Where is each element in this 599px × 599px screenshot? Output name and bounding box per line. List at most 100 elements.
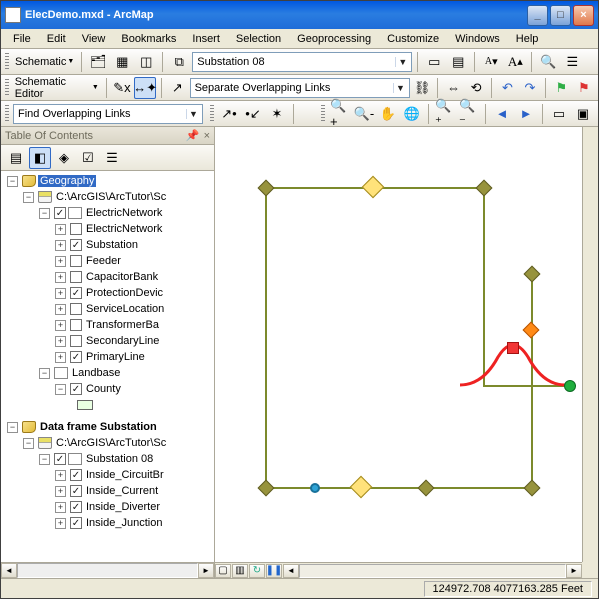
increase-font-icon[interactable]: A▴ (504, 51, 526, 73)
update-diagram-icon[interactable]: ◫ (135, 51, 157, 73)
minimize-button[interactable]: _ (527, 5, 548, 26)
expand-toggle[interactable]: + (55, 518, 66, 529)
chevron-down-icon[interactable]: ▼ (393, 83, 407, 93)
expand-toggle[interactable]: − (39, 208, 50, 219)
layer-checkbox[interactable] (70, 271, 82, 283)
layer-item[interactable]: TransformerBa (84, 319, 161, 331)
scroll-left-icon[interactable]: ◄ (283, 564, 299, 578)
undo-icon[interactable]: ⟲ (466, 77, 486, 99)
layer-checkbox[interactable] (70, 287, 82, 299)
align-h-icon[interactable]: ⇔ (443, 77, 463, 99)
propagate-icon[interactable]: ⧉ (168, 51, 190, 73)
layer-checkbox[interactable] (70, 223, 82, 235)
home-icon[interactable]: ☰ (561, 51, 583, 73)
menu-geoprocessing[interactable]: Geoprocessing (289, 31, 379, 47)
toolbar-grip[interactable] (5, 79, 9, 97)
pin-icon[interactable]: 📌 (186, 129, 200, 142)
node-orange-diamond[interactable] (523, 322, 540, 339)
layer-checkbox[interactable] (70, 501, 82, 513)
layer-checkbox[interactable] (70, 335, 82, 347)
toc-tree[interactable]: −Geography −C:\ArcGIS\ArcTutor\Sc −Elect… (1, 171, 214, 562)
edit-vertices-icon[interactable]: ✎x (112, 77, 132, 99)
select-features-icon[interactable]: ▭ (548, 103, 570, 125)
expand-toggle[interactable]: − (7, 176, 18, 187)
layer-checkbox[interactable] (70, 469, 82, 481)
menu-selection[interactable]: Selection (228, 31, 289, 47)
menu-file[interactable]: File (5, 31, 39, 47)
scroll-right-icon[interactable]: ► (566, 564, 582, 578)
rotate-left-icon[interactable]: ↶ (497, 77, 517, 99)
edit-link-icon[interactable]: ↗ (167, 77, 187, 99)
expand-toggle[interactable]: + (55, 470, 66, 481)
map-v-scrollbar[interactable] (582, 127, 598, 562)
list-by-drawing-icon[interactable]: ▤ (5, 147, 27, 169)
next-extent-icon[interactable]: ► (515, 103, 537, 125)
maximize-button[interactable]: □ (550, 5, 571, 26)
menu-windows[interactable]: Windows (447, 31, 508, 47)
list-by-source-icon[interactable]: ◧ (29, 147, 51, 169)
pause-icon[interactable]: ❚❚ (266, 564, 282, 578)
layer-checkbox[interactable] (54, 453, 66, 465)
node-olive-diamond[interactable] (524, 480, 541, 497)
expand-toggle[interactable]: − (55, 384, 66, 395)
layer-props-icon[interactable]: ▤ (447, 51, 469, 73)
expand-toggle[interactable]: + (55, 272, 66, 283)
expand-toggle[interactable]: + (55, 224, 66, 235)
magnify-fixed-icon[interactable]: 🔍⁺ (434, 103, 456, 125)
toolbar-grip[interactable] (5, 53, 9, 71)
node-blue-circle[interactable] (310, 483, 320, 493)
layer-checkbox[interactable] (70, 319, 82, 331)
flag-end-icon[interactable]: ⚑ (574, 77, 594, 99)
toolbar-grip[interactable] (5, 105, 9, 123)
toolbar-grip[interactable] (210, 105, 214, 123)
gdb-path[interactable]: C:\ArcGIS\ArcTutor\Sc (54, 437, 168, 449)
data-frame-substation[interactable]: Data frame Substation (38, 421, 159, 433)
layer-checkbox[interactable] (70, 255, 82, 267)
toc-h-scrollbar[interactable]: ◄► (1, 562, 214, 578)
move-tool-icon[interactable]: ↔✦ (134, 77, 156, 99)
layer-item[interactable]: SecondaryLine (84, 335, 161, 347)
layer-item[interactable]: PrimaryLine (84, 351, 147, 363)
clear-selection-icon[interactable]: ▣ (572, 103, 594, 125)
layer-checkbox[interactable] (70, 383, 82, 395)
layer-county[interactable]: County (84, 383, 123, 395)
layer-item[interactable]: CapacitorBank (84, 271, 160, 283)
layer-item[interactable]: ElectricNetwork (84, 223, 164, 235)
expand-toggle[interactable]: − (7, 422, 18, 433)
menu-insert[interactable]: Insert (184, 31, 228, 47)
expand-toggle[interactable]: + (55, 288, 66, 299)
expand-toggle[interactable]: − (39, 454, 50, 465)
layer-checkbox[interactable] (70, 517, 82, 529)
chevron-down-icon[interactable]: ▼ (186, 109, 200, 119)
layer-checkbox[interactable] (54, 207, 66, 219)
expand-toggle[interactable]: + (55, 502, 66, 513)
decrease-font-icon[interactable]: A▾ (480, 51, 502, 73)
expand-toggle[interactable]: − (23, 192, 34, 203)
expand-toggle[interactable]: − (23, 438, 34, 449)
node-red-square[interactable] (507, 342, 519, 354)
node-green-circle[interactable] (564, 380, 576, 392)
node-olive-diamond[interactable] (476, 180, 493, 197)
toolbar-grip[interactable] (321, 105, 325, 123)
expand-node-icon[interactable]: ✶ (266, 103, 288, 125)
flag-start-icon[interactable]: ⚑ (551, 77, 571, 99)
expand-toggle[interactable]: + (55, 352, 66, 363)
layer-item[interactable]: Inside_Junction (84, 517, 164, 529)
expand-toggle[interactable]: + (55, 256, 66, 267)
options-icon[interactable]: ☰ (101, 147, 123, 169)
save-edits-icon[interactable]: ▭ (423, 51, 445, 73)
close-panel-icon[interactable]: × (204, 130, 210, 142)
expand-toggle[interactable]: − (39, 368, 50, 379)
gdb-path[interactable]: C:\ArcGIS\ArcTutor\Sc (54, 191, 168, 203)
open-diagram-icon[interactable]: 🗂 (87, 51, 109, 73)
layer-item[interactable]: Inside_CircuitBr (84, 469, 166, 481)
node-olive-diamond[interactable] (258, 480, 275, 497)
pan-icon[interactable]: ✋ (377, 103, 399, 125)
node-olive-diamond[interactable] (418, 480, 435, 497)
node-yellow-diamond[interactable] (362, 176, 385, 199)
zoom-in-icon[interactable]: 🔍+ (329, 103, 351, 125)
search-icon[interactable]: 🔍 (537, 51, 559, 73)
node-yellow-diamond[interactable] (350, 476, 373, 499)
expand-toggle[interactable]: + (55, 304, 66, 315)
magnify-out-icon[interactable]: 🔍⁻ (458, 103, 480, 125)
